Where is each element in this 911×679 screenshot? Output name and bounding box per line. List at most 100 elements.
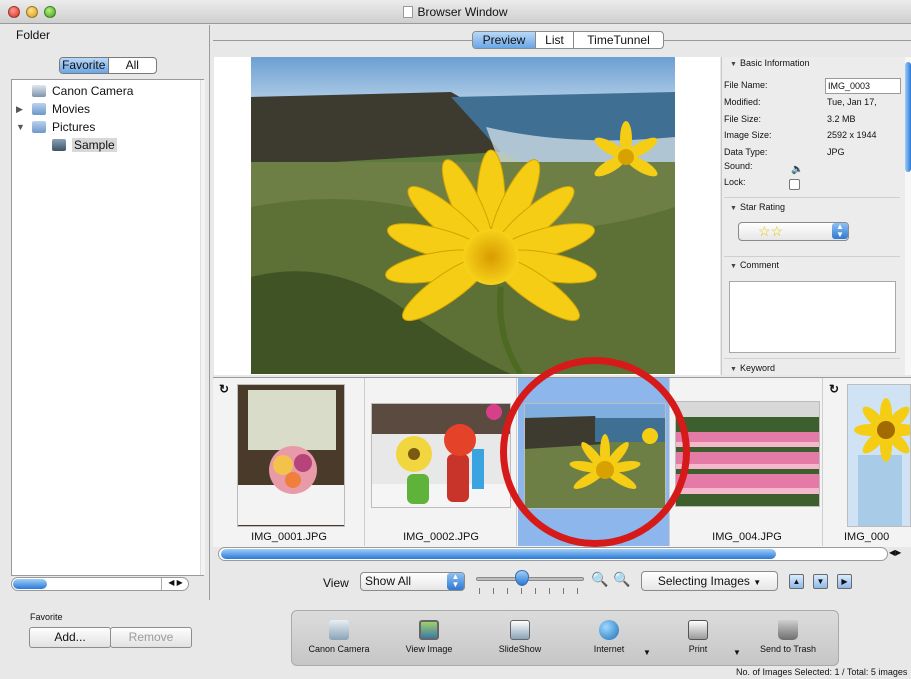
- info-key-filename: File Name:: [724, 80, 768, 90]
- info-value-filesize: 3.2 MB: [827, 114, 856, 124]
- star-rating-value: ☆☆: [758, 223, 784, 239]
- basic-info-header[interactable]: Basic Information: [730, 58, 810, 68]
- task-label: Canon Camera: [308, 644, 370, 654]
- segment-all[interactable]: All: [107, 58, 157, 73]
- folder-icon: [52, 139, 66, 151]
- info-key-sound: Sound:: [724, 161, 753, 171]
- selecting-images-dropdown[interactable]: Selecting Images ▼: [641, 571, 778, 591]
- thumbnail-item[interactable]: IMG_004.JPG: [671, 378, 823, 546]
- internet-dropdown-icon[interactable]: ▼: [643, 648, 651, 657]
- nav-up-icon[interactable]: ▲: [789, 574, 804, 589]
- info-scroll-thumb[interactable]: [905, 62, 911, 172]
- tab-preview[interactable]: Preview: [473, 32, 535, 48]
- task-canon-camera[interactable]: Canon Camera: [299, 620, 379, 654]
- tab-timetunnel[interactable]: TimeTunnel: [573, 32, 663, 48]
- slider-knob[interactable]: [515, 570, 529, 586]
- task-label: Print: [688, 644, 708, 654]
- info-value-modified: Tue, Jan 17,: [827, 97, 877, 107]
- task-view-image[interactable]: View Image: [389, 620, 469, 654]
- status-bar-text: No. of Images Selected: 1 / Total: 5 ima…: [736, 667, 908, 677]
- task-label: View Image: [405, 644, 453, 654]
- remove-favorite-button[interactable]: Remove: [110, 627, 192, 648]
- rotate-icon[interactable]: ↻: [219, 382, 229, 396]
- filename-field[interactable]: IMG_0003: [825, 78, 901, 94]
- view-label: View: [323, 576, 349, 590]
- thumbnail-image[interactable]: [847, 384, 911, 527]
- tree-item-sample[interactable]: Sample: [52, 137, 117, 153]
- thumbnail-image[interactable]: [371, 403, 511, 508]
- tree-item-canon-camera[interactable]: Canon Camera: [32, 83, 133, 99]
- tree-item-label: Sample: [72, 138, 117, 152]
- add-favorite-button[interactable]: Add...: [29, 627, 111, 648]
- info-key-imagesize: Image Size:: [724, 130, 772, 140]
- task-slideshow[interactable]: SlideShow: [480, 620, 560, 654]
- document-icon: [403, 6, 414, 18]
- tab-list[interactable]: List: [535, 32, 573, 48]
- nav-down-icon[interactable]: ▼: [813, 574, 828, 589]
- info-key-modified: Modified:: [724, 97, 761, 107]
- thumbnail-item[interactable]: ↻ IMG_0001.JPG: [213, 378, 365, 546]
- thumbnail-scroll-thumb[interactable]: [221, 549, 776, 559]
- folder-icon: [32, 103, 46, 115]
- segment-favorite[interactable]: Favorite: [60, 58, 108, 73]
- sidebar-scroll-thumb[interactable]: [13, 579, 47, 589]
- thumbnail-item[interactable]: IMG_0002.JPG: [365, 378, 517, 546]
- tree-vertical-scrollbar[interactable]: [200, 80, 205, 575]
- comment-textarea[interactable]: [729, 281, 896, 353]
- preview-image[interactable]: [251, 57, 675, 374]
- task-label: Send to Trash: [759, 644, 817, 654]
- trash-icon: [778, 620, 798, 640]
- thumbnail-image[interactable]: [675, 401, 820, 507]
- thumbnail-caption: IMG_004.JPG: [712, 531, 782, 543]
- info-value-imagesize: 2592 x 1944: [827, 130, 877, 140]
- folder-icon: [32, 121, 46, 133]
- tree-item-label: Canon Camera: [52, 84, 134, 98]
- tree-item-movies[interactable]: ▶ Movies: [16, 101, 91, 117]
- tree-item-pictures[interactable]: ▼ Pictures: [16, 119, 96, 135]
- info-key-lock: Lock:: [724, 177, 746, 187]
- thumbnail-graphic-5: [848, 385, 910, 526]
- disclosure-right-icon[interactable]: ▶: [16, 101, 23, 117]
- thumbnail-item[interactable]: ↻ IMG_000: [824, 378, 911, 546]
- task-internet[interactable]: Internet: [569, 620, 649, 654]
- speaker-icon[interactable]: 🔈: [791, 164, 803, 175]
- select-arrows-icon[interactable]: ▲ ▼: [832, 223, 848, 239]
- comment-header[interactable]: Comment: [730, 260, 779, 270]
- view-mode-tabs: Preview List TimeTunnel: [472, 31, 664, 49]
- thumbnail-caption: IMG_0002.JPG: [403, 531, 479, 543]
- thumbnail-caption: IMG_000: [844, 531, 890, 543]
- select-arrows-icon[interactable]: ▲ ▼: [447, 573, 464, 590]
- slideshow-icon: [510, 620, 530, 640]
- lock-checkbox[interactable]: [789, 179, 800, 190]
- folder-scope-segment: Favorite All: [59, 57, 157, 74]
- info-key-datatype: Data Type:: [724, 147, 768, 157]
- sidebar-scroll-arrows[interactable]: ◀ ▶: [161, 578, 189, 590]
- thumbnail-scroll-arrows[interactable]: ◀▶: [889, 548, 911, 560]
- selecting-images-label: Selecting Images: [657, 574, 750, 588]
- task-send-to-trash[interactable]: Send to Trash: [748, 620, 828, 654]
- task-label: SlideShow: [498, 644, 542, 654]
- disclosure-down-icon[interactable]: ▼: [16, 119, 25, 135]
- folder-label: Folder: [16, 28, 51, 42]
- nav-right-icon[interactable]: ▶: [837, 574, 852, 589]
- thumbnail-graphic-1: [238, 385, 344, 526]
- thumbnail-graphic-2: [372, 404, 510, 507]
- star-rating-header[interactable]: Star Rating: [730, 202, 785, 212]
- task-print[interactable]: Print: [658, 620, 738, 654]
- highlight-circle: [500, 357, 690, 547]
- divider: [724, 358, 900, 359]
- print-dropdown-icon[interactable]: ▼: [733, 648, 741, 657]
- tree-item-label: Movies: [52, 102, 91, 116]
- slider-ticks: [479, 588, 581, 594]
- image-icon: [419, 620, 439, 640]
- thumbnail-image[interactable]: [237, 384, 345, 527]
- info-key-filesize: File Size:: [724, 114, 762, 124]
- rotate-icon[interactable]: ↻: [829, 382, 839, 396]
- keyword-header[interactable]: Keyword: [730, 363, 775, 373]
- zoom-out-icon[interactable]: 🔍: [591, 571, 608, 588]
- tree-item-label: Pictures: [52, 120, 96, 134]
- favorite-section-title: Favorite: [30, 612, 63, 622]
- thumbnail-graphic-4: [676, 402, 819, 506]
- zoom-in-icon[interactable]: 🔍: [613, 571, 630, 588]
- thumbnail-size-slider[interactable]: [476, 577, 584, 581]
